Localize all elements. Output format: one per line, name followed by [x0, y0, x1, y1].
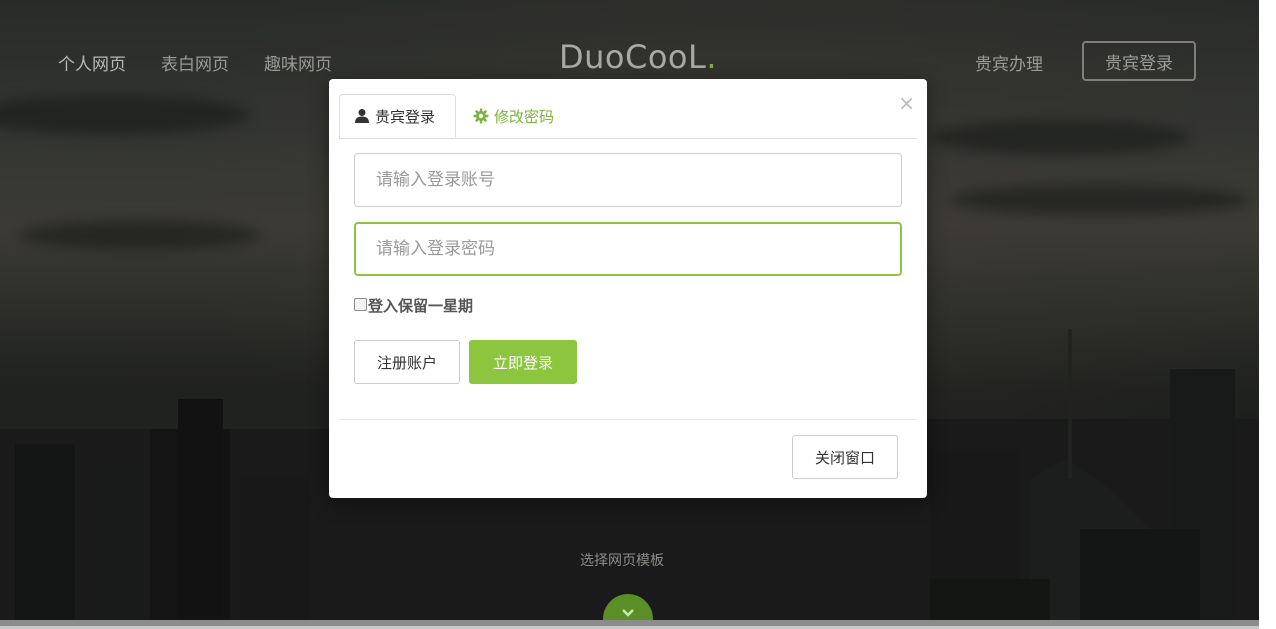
gear-icon: [473, 108, 489, 124]
remember-me[interactable]: 登入保留一星期: [354, 295, 473, 316]
tab-change-password[interactable]: 修改密码: [473, 94, 554, 138]
vip-login-button[interactable]: 贵宾登录: [1082, 41, 1196, 81]
password-input[interactable]: [354, 222, 902, 276]
chevron-down-icon: [622, 609, 634, 617]
modal-footer-divider: [339, 419, 917, 420]
page: 个人网页 表白网页 趣味网页 DuoCooL. 贵宾办理 贵宾登录 选择网页模板…: [0, 0, 1276, 629]
vip-apply-link[interactable]: 贵宾办理: [975, 50, 1043, 75]
account-input[interactable]: [354, 153, 902, 207]
site-logo[interactable]: DuoCooL.: [559, 38, 717, 76]
remember-label: 登入保留一星期: [368, 297, 474, 315]
scrollbar-track[interactable]: [1259, 0, 1276, 629]
login-button[interactable]: 立即登录: [469, 340, 577, 384]
logo-dot: .: [706, 38, 717, 76]
modal-tabs: 贵宾登录 修改密码: [339, 94, 917, 139]
tab-vip-login[interactable]: 贵宾登录: [339, 94, 456, 138]
close-window-button[interactable]: 关闭窗口: [792, 435, 898, 479]
remember-checkbox[interactable]: [354, 297, 367, 311]
choose-template-text: 选择网页模板: [580, 553, 664, 569]
nav-link-love[interactable]: 表白网页: [161, 50, 229, 75]
login-modal: × 贵宾登录 修改密码 请输入登录账号 登入保留一星期 注册账户 立即登录 关闭…: [329, 79, 927, 498]
user-icon: [355, 109, 369, 123]
logo-text: DuoCooL: [559, 38, 707, 76]
nav-link-personal[interactable]: 个人网页: [58, 50, 126, 75]
main-nav: 个人网页 表白网页 趣味网页: [58, 50, 332, 75]
register-button[interactable]: 注册账户: [354, 340, 460, 384]
nav-link-fun[interactable]: 趣味网页: [264, 50, 332, 75]
tab-vip-login-label: 贵宾登录: [375, 107, 436, 126]
tab-change-password-label: 修改密码: [494, 107, 555, 126]
